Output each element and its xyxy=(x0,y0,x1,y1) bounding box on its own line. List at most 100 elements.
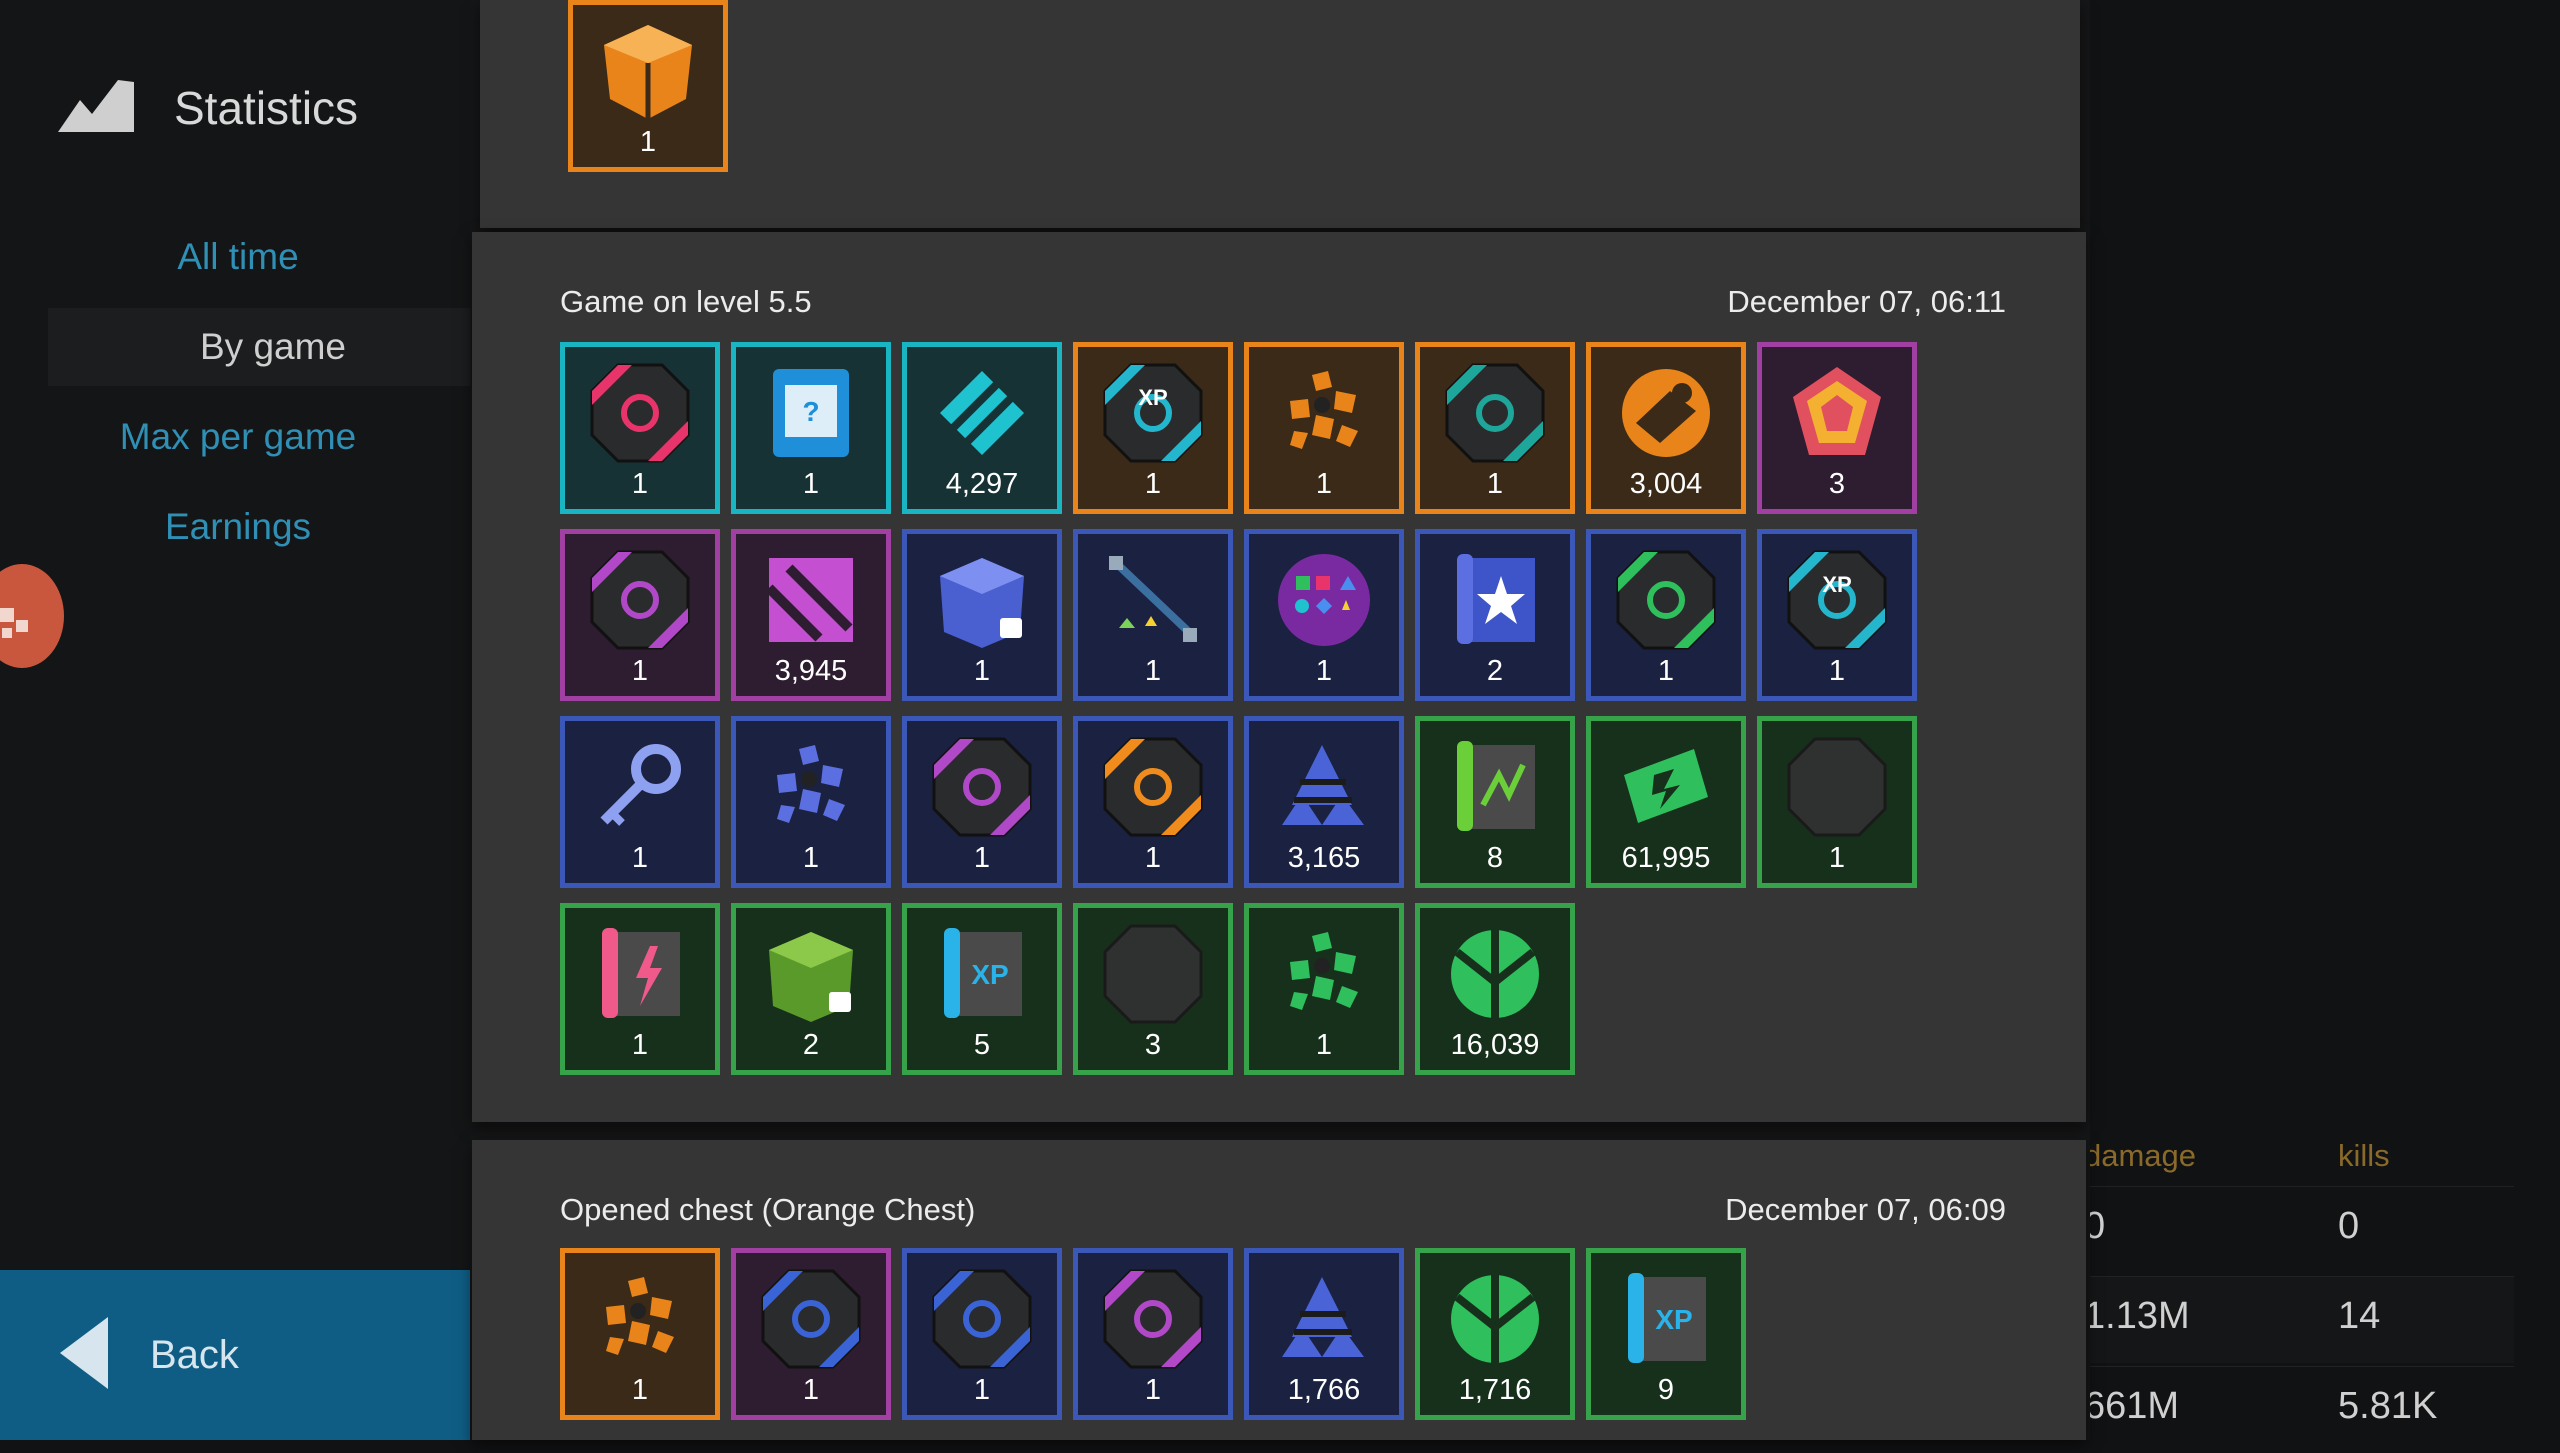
reward-tile[interactable]: 1 xyxy=(902,716,1062,888)
reward-tile[interactable]: 1 xyxy=(902,1248,1062,1420)
side-badge[interactable] xyxy=(0,564,64,668)
table-row: 0 0 xyxy=(2084,1186,2514,1273)
entry-title: Opened chest (Orange Chest) xyxy=(560,1192,976,1227)
reward-tile[interactable]: XP 1 xyxy=(1073,342,1233,514)
svg-text:XP: XP xyxy=(971,959,1008,990)
reward-tile[interactable]: 1 xyxy=(1073,529,1233,701)
purple-shards-icon xyxy=(751,546,871,654)
reward-tile[interactable]: 16,039 xyxy=(1415,903,1575,1075)
reward-tile[interactable]: 1 xyxy=(1586,529,1746,701)
reward-count: 1 xyxy=(639,126,657,158)
svg-text:XP: XP xyxy=(1138,385,1167,410)
module-blue-icon xyxy=(751,1265,871,1373)
reward-count: 1 xyxy=(1144,1374,1162,1406)
reward-count: 1 xyxy=(1315,1029,1333,1061)
reward-tile[interactable]: 1 xyxy=(560,1248,720,1420)
gamepad-icon xyxy=(0,608,28,638)
reward-tile[interactable]: 4,297 xyxy=(902,342,1062,514)
module-purple-icon xyxy=(1093,1265,1213,1373)
reward-tile[interactable]: 1,716 xyxy=(1415,1248,1575,1420)
reward-tile[interactable]: 1 xyxy=(1244,342,1404,514)
green-locked-chest-icon xyxy=(751,920,871,1028)
reward-tile[interactable]: XP 5 xyxy=(902,903,1062,1075)
nav-max-per-game[interactable]: Max per game xyxy=(0,398,476,476)
statistics-header: Statistics xyxy=(58,78,358,138)
reward-tile[interactable]: 3,945 xyxy=(731,529,891,701)
reward-tile[interactable]: 3,004 xyxy=(1586,342,1746,514)
reward-tile[interactable]: 1 xyxy=(1244,903,1404,1075)
kills-header: kills xyxy=(2338,1138,2390,1173)
svg-text:?: ? xyxy=(802,396,819,427)
reward-tile[interactable]: 3 xyxy=(1757,342,1917,514)
nav-all-time[interactable]: All time xyxy=(0,218,476,296)
entry-date: December 07, 06:11 xyxy=(1727,284,2006,319)
reward-count: 1 xyxy=(1657,655,1675,687)
xp-module-icon: XP xyxy=(1777,546,1897,654)
module-purple-icon xyxy=(580,546,700,654)
empty-module-icon xyxy=(1777,733,1897,841)
reward-tile[interactable]: 1 xyxy=(1073,1248,1233,1420)
xp-blueprint-icon: XP xyxy=(922,920,1042,1028)
table-row: 1.13M 14 xyxy=(2084,1276,2514,1363)
reward-count: 1,716 xyxy=(1458,1374,1532,1406)
reward-tile[interactable]: 1 xyxy=(560,342,720,514)
entry-title: Game on level 5.5 xyxy=(560,284,812,319)
reward-tile[interactable]: 1,766 xyxy=(1244,1248,1404,1420)
stats-table-panel: damage kills 0 0 1.13M 14 661M 5.81K xyxy=(2084,0,2560,1440)
reward-count: 61,995 xyxy=(1621,842,1711,874)
pink-blueprint-icon xyxy=(580,920,700,1028)
svg-text:XP: XP xyxy=(1655,1304,1692,1335)
reward-tile[interactable]: 2 xyxy=(1415,529,1575,701)
module-teal-icon xyxy=(1435,359,1555,467)
reward-count: 1 xyxy=(1828,842,1846,874)
nav-earnings[interactable]: Earnings xyxy=(0,488,476,566)
xp-blueprint-icon: XP xyxy=(1606,1265,1726,1373)
previous-entry-card: 1 xyxy=(480,0,2080,228)
reward-count: 1 xyxy=(631,468,649,500)
blue-gems-icon xyxy=(751,733,871,841)
orange-chest-icon xyxy=(588,17,708,125)
reward-tile[interactable]: 1 xyxy=(560,903,720,1075)
reward-count: 5 xyxy=(973,1029,991,1061)
reward-tile[interactable]: 2 xyxy=(731,903,891,1075)
purple-crystal-icon xyxy=(1777,359,1897,467)
nav-by-game[interactable]: By game xyxy=(48,308,476,386)
reward-tile[interactable]: 1 xyxy=(1244,529,1404,701)
reward-tile[interactable]: 1 xyxy=(1415,342,1575,514)
reward-count: 1 xyxy=(1144,468,1162,500)
back-button[interactable]: Back xyxy=(0,1270,478,1440)
reward-count: 1 xyxy=(802,1374,820,1406)
reward-tile[interactable]: 3 xyxy=(1073,903,1233,1075)
game-entry-card: Game on level 5.5 December 07, 06:11 1? 1… xyxy=(472,232,2086,1122)
reward-tile[interactable]: XP 1 xyxy=(1757,529,1917,701)
reward-tile[interactable]: 1 xyxy=(731,716,891,888)
reward-tile[interactable]: 8 xyxy=(1415,716,1575,888)
booster-card-icon: ? xyxy=(751,359,871,467)
module-pink-icon xyxy=(580,359,700,467)
reward-tile[interactable]: 3,165 xyxy=(1244,716,1404,888)
reward-count: 1 xyxy=(631,1029,649,1061)
orange-gems-icon xyxy=(1264,359,1384,467)
reward-count: 1 xyxy=(631,1374,649,1406)
reward-count: 1 xyxy=(802,468,820,500)
reward-tile[interactable]: XP 9 xyxy=(1586,1248,1746,1420)
reward-tile[interactable]: 1 xyxy=(902,529,1062,701)
damage-value: 661M xyxy=(2084,1385,2180,1427)
reward-tile[interactable]: 1 xyxy=(1073,716,1233,888)
reward-count: 3,004 xyxy=(1629,468,1703,500)
reward-count: 3,945 xyxy=(774,655,848,687)
reward-count: 16,039 xyxy=(1450,1029,1540,1061)
reward-tile[interactable]: 1 xyxy=(1757,716,1917,888)
reward-tile[interactable]: 1 xyxy=(560,529,720,701)
reward-tile[interactable]: 1 xyxy=(568,0,728,172)
reward-count: 1 xyxy=(802,842,820,874)
gems-wheel-icon xyxy=(1264,546,1384,654)
cyan-shards-icon xyxy=(922,359,1042,467)
damage-value: 1.13M xyxy=(2084,1295,2190,1337)
reward-tile[interactable]: ? 1 xyxy=(731,342,891,514)
game-history-list[interactable]: 1 Game on level 5.5 December 07, 06:11 1… xyxy=(470,0,2090,1440)
reward-tile[interactable]: 1 xyxy=(731,1248,891,1420)
reward-tile[interactable]: 61,995 xyxy=(1586,716,1746,888)
module-purple-icon xyxy=(922,733,1042,841)
reward-tile[interactable]: 1 xyxy=(560,716,720,888)
